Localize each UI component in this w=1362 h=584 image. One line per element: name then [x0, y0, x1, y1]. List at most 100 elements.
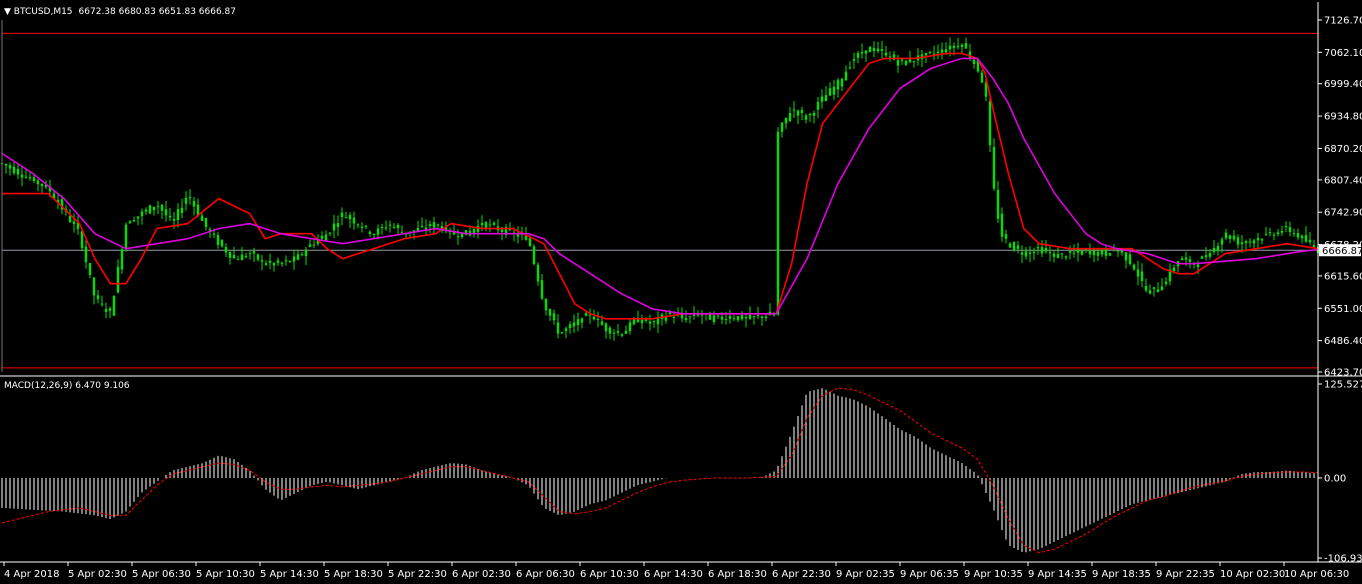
candle-body[interactable]: [108, 308, 112, 311]
candle-body[interactable]: [560, 332, 564, 334]
candle-body[interactable]: [200, 215, 204, 221]
candle-body[interactable]: [1124, 252, 1128, 261]
candle-body[interactable]: [748, 314, 752, 319]
candle-body[interactable]: [8, 165, 12, 169]
candle-body[interactable]: [348, 214, 352, 220]
candle-body[interactable]: [368, 231, 372, 234]
candle-body[interactable]: [1056, 254, 1060, 258]
candle-body[interactable]: [804, 115, 808, 120]
candle-body[interactable]: [392, 226, 396, 228]
candle-body[interactable]: [1020, 252, 1024, 255]
candle-body[interactable]: [732, 318, 736, 320]
candle-body[interactable]: [1292, 233, 1296, 235]
candle-body[interactable]: [68, 215, 72, 222]
candle-body[interactable]: [1184, 257, 1188, 260]
candle-body[interactable]: [240, 254, 244, 261]
candle-body[interactable]: [1044, 247, 1048, 252]
collapse-triangle-icon[interactable]: ▼: [4, 7, 14, 17]
candle-body[interactable]: [1204, 255, 1208, 258]
candle-body[interactable]: [880, 49, 884, 51]
candle-body[interactable]: [320, 235, 324, 239]
candle-body[interactable]: [112, 295, 116, 316]
candle-body[interactable]: [456, 236, 460, 238]
candle-body[interactable]: [236, 259, 240, 261]
candle-body[interactable]: [608, 327, 612, 334]
candle-body[interactable]: [1116, 250, 1120, 252]
candle-body[interactable]: [432, 222, 436, 228]
candle-body[interactable]: [360, 226, 364, 228]
candle-body[interactable]: [952, 45, 956, 48]
candle-body[interactable]: [344, 217, 348, 219]
candle-body[interactable]: [852, 59, 856, 61]
candle-body[interactable]: [612, 332, 616, 334]
candle-body[interactable]: [720, 316, 724, 320]
candle-body[interactable]: [1144, 286, 1148, 291]
candle-body[interactable]: [1172, 267, 1176, 272]
candle-body[interactable]: [1008, 243, 1012, 248]
candle-body[interactable]: [384, 227, 388, 229]
candle-body[interactable]: [1300, 235, 1304, 239]
candle-body[interactable]: [552, 313, 556, 321]
candle-body[interactable]: [172, 218, 176, 221]
candle-body[interactable]: [1100, 250, 1104, 255]
candle-body[interactable]: [32, 177, 36, 181]
candle-body[interactable]: [816, 102, 820, 110]
candle-body[interactable]: [1220, 239, 1224, 245]
candle-body[interactable]: [1272, 234, 1276, 236]
candle-body[interactable]: [328, 232, 332, 234]
candle-body[interactable]: [156, 205, 160, 207]
candle-body[interactable]: [528, 238, 532, 246]
candle-body[interactable]: [1048, 252, 1052, 254]
candle-body[interactable]: [628, 322, 632, 332]
candle-body[interactable]: [264, 263, 268, 265]
candle-body[interactable]: [152, 206, 156, 211]
candle-body[interactable]: [256, 254, 260, 260]
candle-body[interactable]: [324, 234, 328, 241]
candle-body[interactable]: [1068, 250, 1072, 253]
candle-body[interactable]: [752, 316, 756, 318]
candle-body[interactable]: [688, 316, 692, 318]
candle-body[interactable]: [176, 209, 180, 221]
candle-body[interactable]: [88, 263, 92, 275]
candle-body[interactable]: [420, 225, 424, 227]
candle-body[interactable]: [724, 319, 728, 321]
candle-body[interactable]: [832, 86, 836, 95]
candle-body[interactable]: [216, 235, 220, 245]
candle-body[interactable]: [492, 222, 496, 225]
candle-body[interactable]: [164, 209, 168, 216]
candle-body[interactable]: [300, 254, 304, 256]
candle-body[interactable]: [276, 260, 280, 263]
candle-body[interactable]: [728, 316, 732, 319]
candle-body[interactable]: [332, 223, 336, 231]
candle-body[interactable]: [940, 49, 944, 53]
candle-body[interactable]: [1268, 232, 1272, 234]
candle-body[interactable]: [616, 331, 620, 333]
candle-body[interactable]: [876, 48, 880, 52]
candle-body[interactable]: [1040, 247, 1044, 254]
candle-body[interactable]: [1160, 286, 1164, 291]
candle-body[interactable]: [1252, 240, 1256, 244]
candle-body[interactable]: [92, 277, 96, 296]
candle-body[interactable]: [620, 334, 624, 336]
candle-body[interactable]: [140, 211, 144, 217]
candle-body[interactable]: [1240, 242, 1244, 244]
candle-body[interactable]: [828, 88, 832, 96]
candle-body[interactable]: [336, 223, 340, 228]
candle-body[interactable]: [800, 110, 804, 113]
candle-body[interactable]: [80, 231, 84, 248]
candle-body[interactable]: [148, 205, 152, 214]
candle-body[interactable]: [1016, 245, 1020, 249]
candle-body[interactable]: [860, 52, 864, 54]
candle-body[interactable]: [476, 225, 480, 233]
candle-body[interactable]: [4, 163, 8, 166]
candle-body[interactable]: [1284, 225, 1288, 227]
candle-body[interactable]: [272, 263, 276, 266]
candle-body[interactable]: [796, 110, 800, 116]
candle-body[interactable]: [1140, 271, 1144, 281]
candle-body[interactable]: [132, 220, 136, 222]
candle-body[interactable]: [1228, 235, 1232, 239]
candle-body[interactable]: [424, 227, 428, 230]
candle-body[interactable]: [500, 229, 504, 232]
candle-body[interactable]: [20, 174, 24, 178]
candle-body[interactable]: [40, 184, 44, 187]
